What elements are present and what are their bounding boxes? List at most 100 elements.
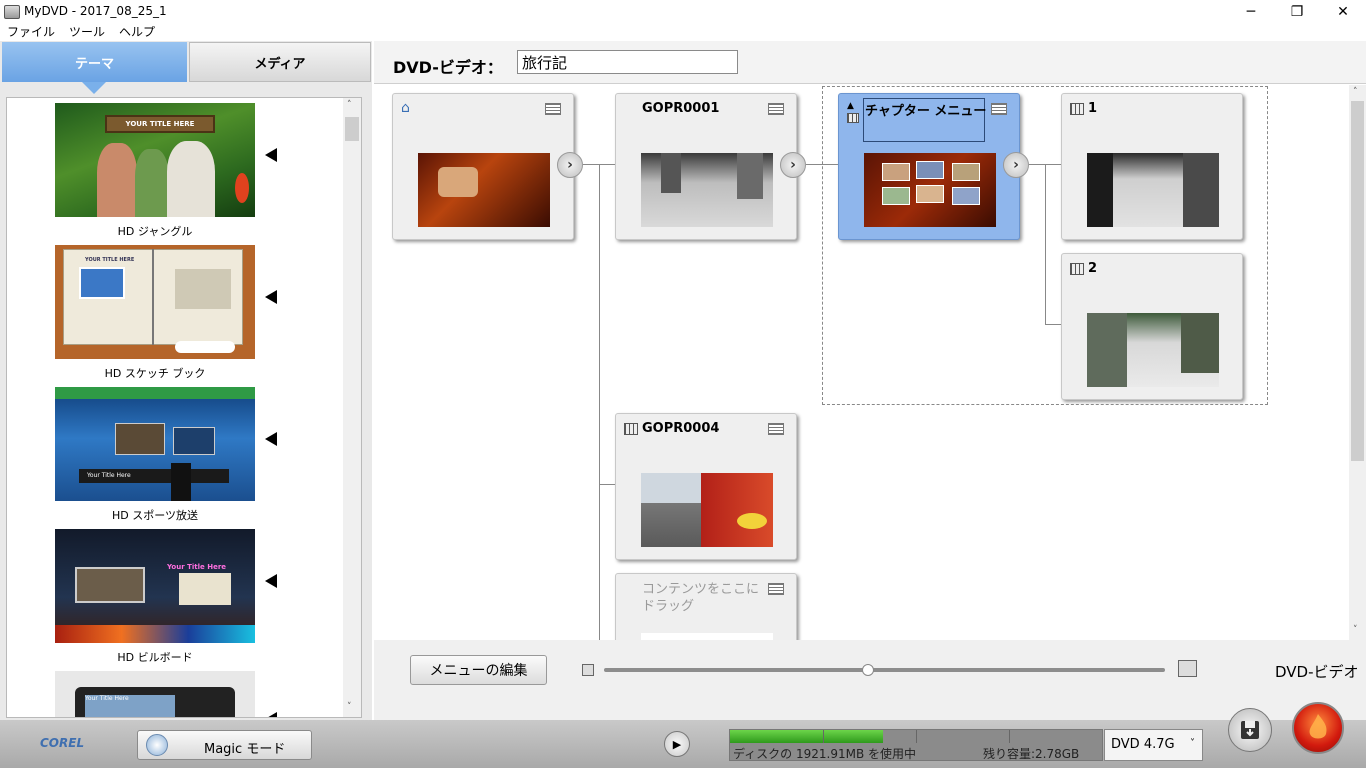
project-title-input[interactable] xyxy=(517,50,738,74)
zoom-slider-handle[interactable] xyxy=(861,664,874,676)
node-chapter-1[interactable]: 1 xyxy=(1061,93,1243,240)
close-button[interactable]: ✕ xyxy=(1320,0,1366,24)
burn-disc-button[interactable] xyxy=(1292,702,1344,754)
node-options-icon[interactable] xyxy=(991,103,1007,115)
disc-type-select[interactable]: DVD 4.7G xyxy=(1104,729,1203,761)
theme-apply-arrow-icon[interactable] xyxy=(265,148,277,162)
theme-list-scrollbar[interactable]: ˄ ˅ xyxy=(343,98,361,717)
menu-tools[interactable]: ツール xyxy=(62,24,112,41)
theme-label: HD ジャングル xyxy=(117,225,193,238)
chevron-down-icon[interactable]: ˅ xyxy=(1190,738,1195,749)
drop-zone-hint: コンテンツをここにドラッグ xyxy=(642,582,760,614)
theme-item-sketchbook[interactable]: YOUR TITLE HERE HD スケッチ ブック xyxy=(55,245,255,381)
node-title: 1 xyxy=(1088,101,1098,116)
zoom-out-icon[interactable] xyxy=(582,664,594,676)
minimize-button[interactable]: ─ xyxy=(1228,0,1274,24)
node-drop-zone[interactable]: コンテンツをここにドラッグ xyxy=(615,573,797,640)
theme-apply-arrow-icon[interactable] xyxy=(265,574,277,588)
theme-apply-arrow-icon[interactable] xyxy=(265,712,277,717)
corel-logo: COREL xyxy=(40,736,85,750)
save-icon xyxy=(1241,721,1259,739)
disc-usage-meter: ディスクの 1921.91MB を使用中 残り容量:2.78GB xyxy=(729,729,1103,761)
theme-list: YOUR TITLE HERE HD ジャングル YOUR TITLE HERE… xyxy=(6,97,362,718)
node-options-icon[interactable] xyxy=(545,103,561,115)
title-bar xyxy=(0,0,1366,24)
collapse-arrow-icon[interactable]: ▲ xyxy=(847,101,854,111)
theme-item-sports[interactable]: Your Title Here HD スポーツ放送 xyxy=(55,387,255,523)
node-title: チャプター メニュー xyxy=(865,104,987,119)
window-title: MyDVD - 2017_08_25_1 xyxy=(24,4,167,18)
theme-label: HD スポーツ放送 xyxy=(111,509,199,522)
canvas-scroll-thumb[interactable] xyxy=(1351,101,1364,461)
menu-tree-canvas: ⌂ › GOPR0001 › ▲ チャプター メニュー › 1 2 GOPR00… xyxy=(374,85,1348,640)
scroll-down-icon[interactable]: ˅ xyxy=(347,702,352,712)
theme-apply-arrow-icon[interactable] xyxy=(265,290,277,304)
node-options-icon[interactable] xyxy=(768,423,784,435)
theme-thumbnail: Your Title Here xyxy=(55,387,255,501)
scroll-up-icon[interactable]: ˄ xyxy=(1353,87,1358,97)
theme-item-billboard[interactable]: Your Title Here HD ビルボード xyxy=(55,529,255,665)
disc-icon xyxy=(146,734,168,756)
node-gopr0001[interactable]: GOPR0001 xyxy=(615,93,797,240)
disc-remaining-text: 残り容量:2.78GB xyxy=(983,747,1080,761)
zoom-slider-track[interactable] xyxy=(604,668,1165,672)
scroll-down-icon[interactable]: ˅ xyxy=(1353,625,1358,635)
node-thumbnail xyxy=(418,153,550,227)
magic-mode-button[interactable]: Magic モード xyxy=(137,730,312,760)
active-tab-indicator xyxy=(82,82,106,94)
film-icon xyxy=(624,423,638,435)
node-chapter-menu[interactable]: ▲ チャプター メニュー xyxy=(838,93,1020,240)
node-title: 2 xyxy=(1088,261,1098,276)
node-chapter-2[interactable]: 2 xyxy=(1061,253,1243,400)
disc-usage-fill xyxy=(730,730,883,743)
menu-grid-icon xyxy=(847,113,859,123)
node-thumbnail xyxy=(641,473,773,547)
menu-bar: ファイル ツール ヘルプ xyxy=(0,24,1366,41)
menu-file[interactable]: ファイル xyxy=(0,24,62,41)
edit-menu-button[interactable]: メニューの編集 xyxy=(410,655,547,685)
connector xyxy=(599,484,615,485)
connector xyxy=(599,164,600,640)
node-options-icon[interactable] xyxy=(768,103,784,115)
node-title: GOPR0001 xyxy=(642,101,720,116)
home-icon: ⌂ xyxy=(401,100,410,116)
node-main-menu[interactable]: ⌂ xyxy=(392,93,574,240)
theme-apply-arrow-icon[interactable] xyxy=(265,432,277,446)
drop-zone-placeholder xyxy=(641,633,773,640)
node-options-icon[interactable] xyxy=(768,583,784,595)
thumb-title-sign: YOUR TITLE HERE xyxy=(105,115,215,133)
node-thumbnail xyxy=(1087,153,1219,227)
theme-item-partial[interactable]: Your Title Here xyxy=(55,671,255,717)
theme-list-scroll-thumb[interactable] xyxy=(345,117,359,141)
usage-segment-divider xyxy=(823,730,824,743)
expand-arrow-icon[interactable]: › xyxy=(780,152,806,178)
expand-arrow-icon[interactable]: › xyxy=(557,152,583,178)
flame-icon xyxy=(1309,714,1327,739)
theme-item-jungle[interactable]: YOUR TITLE HERE HD ジャングル xyxy=(55,103,255,239)
save-project-button[interactable] xyxy=(1228,708,1272,752)
app-icon xyxy=(4,5,20,19)
play-icon: ▶ xyxy=(672,737,682,751)
theme-label: HD ビルボード xyxy=(117,651,193,664)
film-icon xyxy=(1070,103,1084,115)
expand-arrow-icon[interactable]: › xyxy=(1003,152,1029,178)
scroll-up-icon[interactable]: ˄ xyxy=(347,100,352,110)
node-thumbnail xyxy=(864,153,996,227)
tab-theme[interactable]: テーマ xyxy=(2,42,187,82)
thumb-title: YOUR TITLE HERE xyxy=(85,257,135,263)
zoom-in-icon[interactable] xyxy=(1178,660,1197,677)
thumb-title: Your Title Here xyxy=(79,469,229,483)
node-thumbnail xyxy=(641,153,773,227)
usage-segment-divider xyxy=(1009,730,1010,743)
node-gopr0004[interactable]: GOPR0004 xyxy=(615,413,797,560)
theme-thumbnail: YOUR TITLE HERE xyxy=(55,103,255,217)
theme-thumbnail: Your Title Here xyxy=(55,671,255,717)
menu-help[interactable]: ヘルプ xyxy=(112,24,162,41)
play-preview-button[interactable]: ▶ xyxy=(664,731,690,757)
restore-button[interactable]: ❐ xyxy=(1274,0,1320,24)
thumb-title: Your Title Here xyxy=(85,695,175,717)
project-format-label: DVD-ビデオ： xyxy=(393,58,503,77)
tab-media[interactable]: メディア xyxy=(189,42,371,82)
theme-label: HD スケッチ ブック xyxy=(104,367,206,380)
output-format-label: DVD-ビデオ xyxy=(1275,663,1359,681)
